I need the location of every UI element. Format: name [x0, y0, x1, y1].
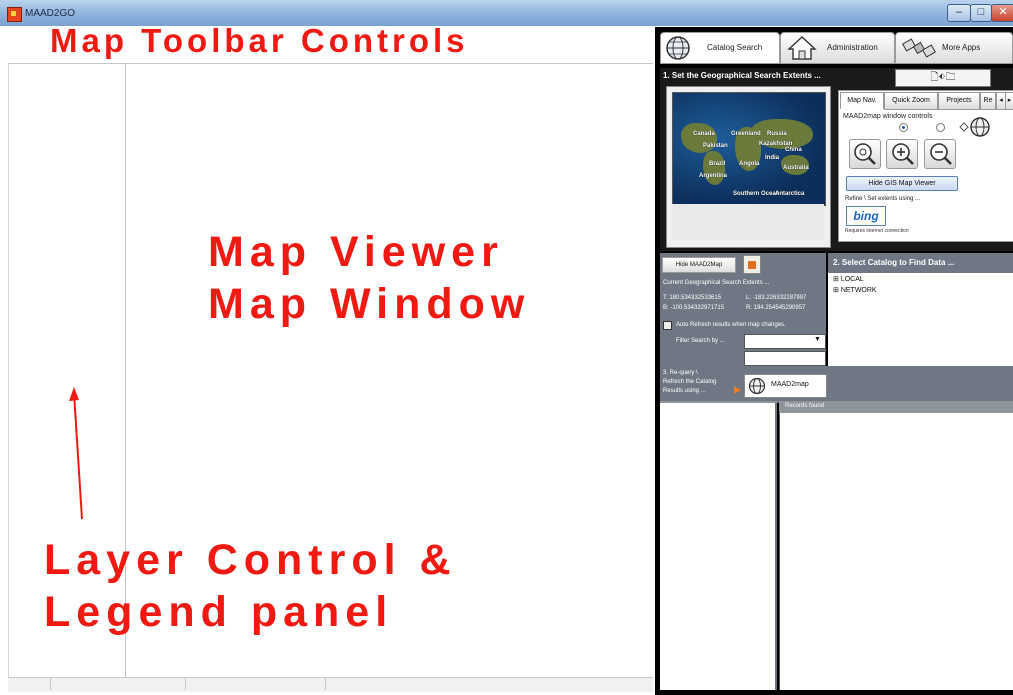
- map-thumbnail-footer: [672, 204, 824, 240]
- tab-catalog-search[interactable]: Catalog Search: [660, 32, 780, 64]
- house-icon: [787, 36, 817, 60]
- map-label: Russia: [767, 131, 787, 137]
- coord-bottom: B: -100.534332971715: [663, 305, 725, 311]
- close-button[interactable]: ✕: [991, 4, 1013, 22]
- map-label: Australia: [783, 165, 809, 171]
- results-side-list[interactable]: [660, 403, 777, 691]
- radio-map-window-off[interactable]: [936, 123, 945, 132]
- hide-maad2map-button[interactable]: Hide MAAD2Map: [662, 257, 736, 273]
- coord-left: L: -183.226332287997: [746, 295, 807, 301]
- auto-refresh-label: Auto Refresh results when map changes.: [676, 322, 786, 328]
- map-label: Pakistan: [703, 143, 728, 149]
- annotation-toolbar: Map Toolbar Controls: [50, 22, 469, 59]
- catalog-title: 2. Select Catalog to Find Data ...: [833, 258, 955, 267]
- lock-icon[interactable]: [743, 255, 761, 274]
- refine-extents-label: Refine \ Set extents using ...: [845, 196, 921, 202]
- annotation-arrow-icon: [69, 387, 83, 520]
- bing-button[interactable]: bing: [846, 206, 886, 226]
- hide-gis-map-viewer-button[interactable]: Hide GIS Map Viewer: [846, 176, 958, 191]
- magnifier-icon: [854, 143, 876, 165]
- internet-required-label: Requires internet connection: [845, 228, 909, 234]
- coord-top: T: 180.534332533615: [663, 295, 722, 301]
- annotation-map-window: Map Window: [208, 280, 531, 328]
- extents-label: Current Geographical Search Extents ...: [663, 280, 770, 286]
- tree-item-label: NETWORK: [840, 287, 877, 294]
- maad2map-label: MAAD2map: [771, 381, 809, 388]
- map-label: Antarctica: [775, 191, 805, 197]
- requery-label: Refresh the Catalog: [663, 379, 717, 385]
- map-label: India: [765, 155, 780, 161]
- requery-label: 3. Re-query \: [663, 370, 698, 376]
- coord-right: R: 194.254545290957: [746, 305, 806, 311]
- left-border: [8, 63, 9, 681]
- globe-window-icon[interactable]: [958, 116, 992, 138]
- annotation-legend-panel: Legend panel: [44, 588, 394, 636]
- section-title: 1. Set the Geographical Search Extents .…: [663, 71, 821, 80]
- tab-quick-zoom[interactable]: Quick Zoom: [884, 92, 938, 110]
- tree-item-local[interactable]: ⊞ LOCAL: [833, 275, 864, 283]
- panel-bottom-edge: [655, 690, 1013, 695]
- status-divider: [185, 678, 186, 690]
- tab-label: More Apps: [942, 43, 981, 52]
- maad2map-requery-button[interactable]: MAAD2map: [744, 374, 827, 398]
- requery-label: Results using ...: [663, 388, 706, 394]
- zoom-extent-button[interactable]: [849, 139, 881, 169]
- radio-map-window-on[interactable]: [899, 123, 908, 132]
- tab-more-apps[interactable]: More Apps: [895, 32, 1013, 64]
- extent-tool-icons[interactable]: 🗋⬖🗀: [895, 69, 991, 87]
- tab-label: Catalog Search: [707, 43, 763, 52]
- maximize-button[interactable]: □: [970, 4, 992, 22]
- tree-item-network[interactable]: ⊞ NETWORK: [833, 286, 877, 294]
- map-label: Argentina: [699, 173, 728, 179]
- world-map-thumbnail[interactable]: Canada Greenland Russia Kazakhstan China…: [672, 92, 826, 206]
- results-list[interactable]: [779, 413, 1013, 691]
- status-divider: [325, 678, 326, 690]
- tree-expand-icon[interactable]: ⊞: [833, 287, 841, 294]
- status-divider: [50, 678, 51, 690]
- map-label: Greenland: [731, 131, 761, 137]
- tree-expand-icon[interactable]: ⊞: [833, 276, 841, 283]
- tab-administration[interactable]: Administration: [780, 32, 895, 64]
- minimize-button[interactable]: –: [947, 4, 971, 22]
- tab-label: Administration: [827, 43, 878, 52]
- tree-item-label: LOCAL: [840, 276, 864, 283]
- map-label: Southern Ocean: [733, 191, 780, 197]
- play-arrow-icon: [734, 386, 741, 394]
- map-label: Canada: [693, 131, 715, 137]
- zoom-in-button[interactable]: [886, 139, 918, 169]
- satellite-icon: [902, 38, 936, 58]
- chevron-down-icon[interactable]: ▼: [814, 336, 821, 343]
- status-bar: [8, 677, 653, 692]
- auto-refresh-checkbox[interactable]: [663, 321, 672, 330]
- annotation-map-viewer: Map Viewer: [208, 228, 504, 276]
- map-label: Brazil: [709, 161, 726, 167]
- map-label: China: [785, 147, 802, 153]
- requery-bar: [826, 366, 1013, 401]
- map-controls-label: MAAD2map window controls: [843, 113, 933, 120]
- annotation-layer-control: Layer Control &: [44, 536, 457, 584]
- zoom-out-button[interactable]: [924, 139, 956, 169]
- filter-search-input[interactable]: [744, 351, 826, 366]
- app-logo-icon: [7, 7, 22, 22]
- tab-re[interactable]: Re: [980, 92, 996, 110]
- tab-scroll-right-icon[interactable]: ▸: [1005, 92, 1013, 110]
- zoom-out-icon: [930, 143, 952, 165]
- globe-icon: [748, 377, 766, 395]
- records-found-label: Records found: [785, 403, 825, 409]
- zoom-in-icon: [892, 143, 914, 165]
- tab-projects[interactable]: Projects: [938, 92, 980, 110]
- window-title: MAAD2GO: [25, 8, 76, 19]
- globe-icon: [666, 36, 690, 60]
- filter-search-label: Filter Search by ...: [676, 338, 725, 344]
- tab-map-nav[interactable]: Map Nav.: [840, 92, 884, 109]
- map-label: Angola: [739, 161, 760, 167]
